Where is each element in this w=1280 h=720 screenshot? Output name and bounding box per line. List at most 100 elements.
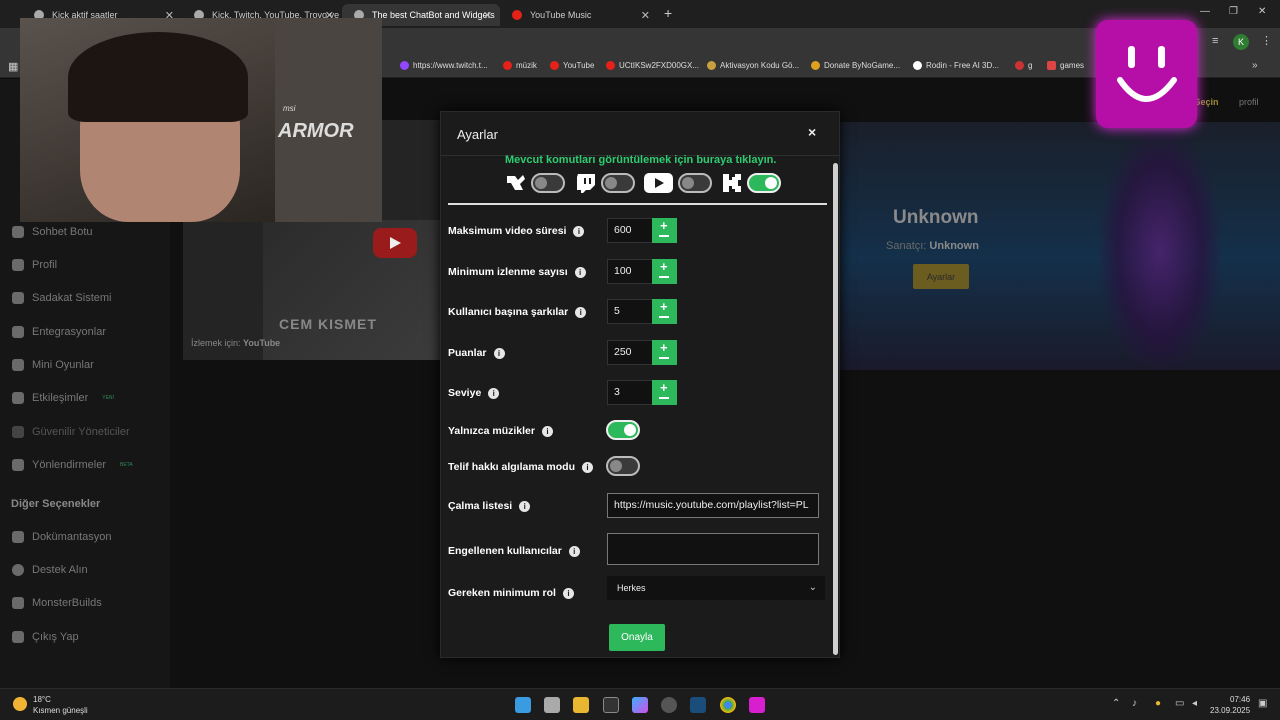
info-icon[interactable]: i <box>562 587 574 599</box>
steam-icon[interactable] <box>690 697 706 713</box>
field-max-video: Maksimum video süresi i <box>448 225 585 237</box>
bookmark[interactable]: https://www.twitch.t... <box>400 61 488 70</box>
modal-scrollbar[interactable] <box>833 163 838 655</box>
info-icon[interactable]: i <box>488 387 500 399</box>
sidebar-item-docs[interactable]: Dokümantasyon <box>12 531 112 543</box>
weather-icon[interactable] <box>13 697 27 711</box>
minus-icon[interactable] <box>659 235 669 237</box>
sidebar-item-redirects[interactable]: Yönlendirmeler BETA <box>12 459 133 471</box>
close-icon[interactable]: ✕ <box>483 9 492 22</box>
platform-toggle-4[interactable] <box>747 173 781 193</box>
info-icon[interactable]: i <box>575 306 587 318</box>
plus-icon[interactable]: + <box>660 381 668 394</box>
platform-toggle-3[interactable] <box>678 173 712 193</box>
per-user-stepper[interactable]: + <box>652 299 677 324</box>
sidebar-item-monsterbuilds[interactable]: MonsterBuilds <box>12 597 102 609</box>
info-icon[interactable]: i <box>541 425 553 437</box>
bookmark[interactable]: Donate ByNoGame... <box>811 61 900 70</box>
new-tab-button[interactable]: + <box>664 5 672 21</box>
minimize-icon[interactable]: — <box>1200 6 1210 17</box>
min-views-stepper[interactable]: + <box>652 259 677 284</box>
menu-icon[interactable]: ≡ <box>1212 35 1218 47</box>
sidebar-item-support[interactable]: Destek Alın <box>12 564 88 576</box>
more-icon[interactable]: ⋮ <box>1261 34 1272 47</box>
music-only-toggle[interactable] <box>606 420 640 440</box>
min-views-input[interactable]: 100 <box>607 259 653 284</box>
bookmark[interactable]: g <box>1015 61 1032 70</box>
points-stepper[interactable]: + <box>652 340 677 365</box>
track-title: Unknown <box>893 207 979 228</box>
bookmark[interactable]: müzik <box>503 61 537 70</box>
commands-link[interactable]: Mevcut komutları görüntülemek için buray… <box>505 154 776 166</box>
chatgpt-icon[interactable] <box>661 697 677 713</box>
copyright-toggle[interactable] <box>606 456 640 476</box>
info-icon[interactable]: i <box>493 347 505 359</box>
plus-icon[interactable]: + <box>660 341 668 354</box>
blocked-users-input[interactable] <box>607 533 819 565</box>
per-user-input[interactable]: 5 <box>607 299 653 324</box>
sidebar-item-interactions[interactable]: Etkileşimler YENİ <box>12 392 114 404</box>
notification-icon[interactable]: ▣ <box>1258 698 1267 709</box>
plus-icon[interactable]: + <box>660 219 668 232</box>
sidebar-item-chatbot[interactable]: Sohbet Botu <box>12 226 93 238</box>
level-stepper[interactable]: + <box>652 380 677 405</box>
min-role-select[interactable]: Herkes ⌄ <box>607 576 825 600</box>
confirm-button[interactable]: Onayla <box>609 624 665 651</box>
speaker-icon[interactable]: ♪ <box>1132 698 1137 709</box>
profile-link[interactable]: profil <box>1239 97 1259 107</box>
points-input[interactable]: 250 <box>607 340 653 365</box>
plus-icon[interactable]: + <box>660 300 668 313</box>
bookmark[interactable]: Rodin - Free AI 3D... <box>913 61 999 70</box>
info-icon[interactable]: i <box>519 500 531 512</box>
sidebar-item-minigames[interactable]: Mini Oyunlar <box>12 359 94 371</box>
start-icon[interactable] <box>515 697 531 713</box>
weather-widget[interactable]: 18°C Kısmen güneşli <box>33 694 88 716</box>
window-close-icon[interactable]: ✕ <box>1258 6 1266 17</box>
bookmark[interactable]: games <box>1047 61 1084 70</box>
task-view-icon[interactable] <box>544 697 560 713</box>
info-icon[interactable]: i <box>574 266 586 278</box>
bookmark[interactable]: YouTube <box>550 61 594 70</box>
tab-youtube-music[interactable]: YouTube Music ✕ <box>500 4 658 26</box>
youtube-play-icon[interactable] <box>373 228 417 258</box>
maximize-icon[interactable]: ❐ <box>1229 6 1238 17</box>
plus-icon[interactable]: + <box>660 260 668 273</box>
chevron-up-icon[interactable]: ⌃ <box>1112 698 1120 709</box>
volume-icon[interactable]: ◂ <box>1192 698 1197 709</box>
epic-games-icon[interactable] <box>603 697 619 713</box>
sidebar-item-profile[interactable]: Profil <box>12 259 57 271</box>
close-icon[interactable]: × <box>808 124 816 140</box>
minus-icon[interactable] <box>659 316 669 318</box>
avatar[interactable]: K <box>1233 34 1249 50</box>
copilot-icon[interactable] <box>632 697 648 713</box>
microphone-icon[interactable]: ● <box>1155 698 1161 709</box>
chrome-icon[interactable] <box>720 697 736 713</box>
platform-toggle-1[interactable] <box>531 173 565 193</box>
minus-icon[interactable] <box>659 397 669 399</box>
field-label: Puanlar <box>448 347 487 359</box>
close-icon[interactable]: ✕ <box>641 9 650 22</box>
sidebar-item-trusted-mods[interactable]: Güvenilir Yöneticiler <box>12 426 130 438</box>
level-input[interactable]: 3 <box>607 380 653 405</box>
bookmark[interactable]: Aktivasyon Kodu Gö... <box>707 61 799 70</box>
sidebar-item-loyalty[interactable]: Sadakat Sistemi <box>12 292 111 304</box>
chevron-right-icon[interactable]: » <box>1252 60 1258 71</box>
network-icon[interactable]: ▭ <box>1175 698 1184 709</box>
info-icon[interactable]: i <box>582 461 594 473</box>
sidebar-item-integrations[interactable]: Entegrasyonlar <box>12 326 106 338</box>
info-icon[interactable]: i <box>573 225 585 237</box>
apps-icon[interactable]: ▦ <box>8 60 18 73</box>
bookmark[interactable]: UCtIKSw2FXD00GX... <box>606 61 699 70</box>
smiley-app-icon[interactable] <box>749 697 765 713</box>
info-icon[interactable]: i <box>568 545 580 557</box>
minus-icon[interactable] <box>659 357 669 359</box>
platform-toggle-2[interactable] <box>601 173 635 193</box>
sidebar-item-logout[interactable]: Çıkış Yap <box>12 631 79 643</box>
playlist-input[interactable]: https://music.youtube.com/playlist?list=… <box>607 493 819 518</box>
max-video-stepper[interactable]: + <box>652 218 677 243</box>
clock[interactable]: 07:46 23.09.2025 <box>1210 694 1250 716</box>
file-explorer-icon[interactable] <box>573 697 589 713</box>
settings-button[interactable]: Ayarlar <box>913 264 969 289</box>
minus-icon[interactable] <box>659 276 669 278</box>
max-video-input[interactable]: 600 <box>607 218 653 243</box>
